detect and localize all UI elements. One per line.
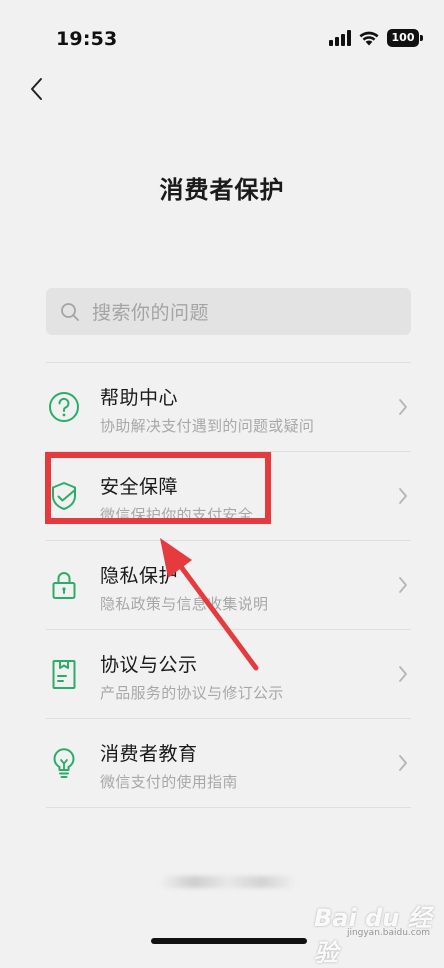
menu-item-privacy[interactable]: 隐私保护 隐私政策与信息收集说明 bbox=[46, 541, 411, 630]
chevron-right-icon bbox=[399, 399, 407, 415]
chevron-right-icon bbox=[399, 755, 407, 771]
wifi-icon bbox=[359, 31, 379, 46]
status-bar: 19:53 100 bbox=[0, 0, 444, 64]
menu-item-title: 帮助中心 bbox=[100, 387, 179, 409]
menu-item-agreements[interactable]: 协议与公示 产品服务的协议与修订公示 bbox=[46, 630, 411, 719]
lock-icon bbox=[52, 572, 76, 599]
menu-item-subtitle: 协助解决支付遇到的问题或疑问 bbox=[100, 417, 315, 435]
question-circle-icon bbox=[49, 392, 79, 422]
menu-item-title: 协议与公示 bbox=[100, 654, 198, 676]
chevron-right-icon bbox=[399, 488, 407, 504]
menu-item-subtitle: 微信保护你的支付安全 bbox=[100, 506, 254, 524]
chevron-right-icon bbox=[399, 577, 407, 593]
menu-item-title: 安全保障 bbox=[100, 476, 179, 498]
chevron-left-icon bbox=[31, 78, 42, 100]
footer-blurred-text bbox=[160, 876, 296, 888]
status-time: 19:53 bbox=[56, 28, 118, 50]
menu-item-subtitle: 微信支付的使用指南 bbox=[100, 773, 238, 791]
home-indicator bbox=[151, 938, 307, 944]
menu-item-subtitle: 隐私政策与信息收集说明 bbox=[100, 595, 269, 613]
watermark-text: Bai du 经验 bbox=[314, 904, 432, 967]
shield-check-icon bbox=[52, 482, 76, 510]
signal-icon bbox=[329, 30, 351, 46]
menu-item-title: 隐私保护 bbox=[100, 565, 179, 587]
menu-item-security[interactable]: 安全保障 微信保护你的支付安全 bbox=[46, 452, 411, 541]
watermark-url: jingyan.baidu.com bbox=[346, 928, 430, 938]
baidu-watermark: Bai du 经验 jingyan.baidu.com bbox=[314, 898, 432, 967]
back-button[interactable] bbox=[22, 72, 52, 106]
page-title: 消费者保护 bbox=[159, 176, 285, 204]
search-placeholder: 搜索你的问题 bbox=[92, 302, 210, 324]
battery-icon: 100 bbox=[387, 29, 423, 47]
menu-list: 帮助中心 协助解决支付遇到的问题或疑问 安全保障 微信保护你的支付安全 隐私保护… bbox=[46, 362, 411, 808]
agreement-document-icon bbox=[52, 660, 76, 689]
search-icon bbox=[61, 302, 79, 321]
lightbulb-icon bbox=[53, 748, 75, 778]
menu-item-consumer-education[interactable]: 消费者教育 微信支付的使用指南 bbox=[46, 719, 411, 808]
menu-item-subtitle: 产品服务的协议与修订公示 bbox=[100, 684, 284, 702]
menu-item-help-center[interactable]: 帮助中心 协助解决支付遇到的问题或疑问 bbox=[46, 363, 411, 452]
chevron-right-icon bbox=[399, 666, 407, 682]
search-input[interactable]: 搜索你的问题 bbox=[46, 288, 411, 335]
status-icons: 100 bbox=[329, 27, 423, 49]
menu-item-title: 消费者教育 bbox=[100, 743, 198, 765]
